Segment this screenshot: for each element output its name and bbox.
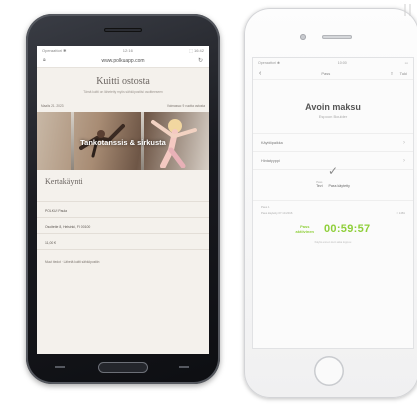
pass-active-label: Pass aktiivinen: [296, 224, 314, 234]
help-link[interactable]: Tuki: [400, 71, 407, 76]
class-hero-image: Tankotanssis & sirkusta: [37, 112, 209, 171]
receipt-description: Tämä kuitti on lähetetty myös sähköposti…: [83, 90, 163, 94]
recent-apps-key[interactable]: [176, 363, 192, 371]
field-value: Osoitetie 8, Helsinki, FI 00100: [45, 225, 91, 230]
field-label: [45, 193, 201, 197]
carrier-label: Operaattori ✱: [42, 48, 67, 53]
back-chevron-icon[interactable]: ‹: [259, 70, 261, 77]
url-text: www.polkuapp.com: [101, 58, 145, 64]
earpiece: [104, 28, 142, 32]
receipt-title: Kuitti ostosta: [96, 76, 150, 87]
countdown-footnote: Käytä ennen kuin aika loppuu: [314, 240, 352, 244]
purchase-date: Maalis 21. 2023: [41, 104, 64, 109]
field-value: POLKU! Paula: [45, 209, 68, 214]
pass-title: Avoin maksu: [305, 102, 361, 112]
android-phone: Operaattori ✱ 12:16 ⬚ 16:42 🔒︎ www.polku…: [26, 14, 220, 384]
product-showcase: Operaattori ✱ 12:16 ⬚ 16:42 🔒︎ www.polku…: [0, 0, 417, 405]
countdown-row: Pass aktiivinen 00:59:57: [253, 215, 413, 235]
meta-right: ≈ 1481: [396, 211, 405, 215]
carrier-label: Operaattori ✱: [258, 60, 280, 65]
detail-row-location[interactable]: Käyttöpaikka ›: [253, 133, 413, 152]
android-status-bar: Operaattori ✱ 12:16 ⬚ 16:42: [37, 46, 209, 55]
receipt-date-row: Maalis 21. 2023 Voimassa: 9 vuotta ostos…: [37, 94, 209, 110]
pass-type-value: Tevi: [316, 184, 323, 188]
receipt-footer-link[interactable]: Muut tiedot · Lähetä kuitti sähköpostiin: [37, 250, 209, 264]
home-button[interactable]: [314, 356, 344, 386]
countdown-timer: 00:59:57: [324, 223, 371, 235]
venue-name: Espoon Boulder: [318, 114, 348, 119]
browser-url-bar[interactable]: 🔒︎ www.polkuapp.com ↻: [37, 55, 209, 68]
nav-title: Pass: [321, 70, 331, 76]
nav-actions: ⇪ Tuki: [390, 71, 407, 76]
checkmark-icon: ✓: [327, 164, 339, 178]
validity-text: Voimassa: 9 vuotta ostosta: [166, 104, 205, 109]
receipt-field: Osoitetie 8, Helsinki, FI 00100: [37, 218, 209, 235]
ticket-type-title: Kertakäynti: [45, 177, 83, 187]
pass-meta-row: Pass 1: [253, 201, 413, 209]
front-camera: [300, 34, 306, 40]
hero-banner-text: Tankotanssis & sirkusta: [80, 138, 166, 148]
share-icon[interactable]: ⇪: [390, 71, 393, 76]
receipt-field: 11,00 €: [37, 234, 209, 251]
iphone-nav-bar: ‹ Pass ⇪ Tuki: [253, 67, 413, 80]
chevron-right-icon: ›: [403, 140, 405, 146]
pass-type-row: Pass Tevi Pass käytetty: [253, 178, 413, 188]
android-screen: Operaattori ✱ 12:16 ⬚ 16:42 🔒︎ www.polku…: [37, 46, 209, 354]
battery-label: ⬚ 16:42: [189, 48, 204, 53]
meta-left: Pass käytetty 07.10.2016: [261, 211, 293, 215]
iphone: Operaattori ✱ 10:00 ▭ ‹ Pass ⇪ Tuki Avoi…: [244, 8, 417, 398]
meta-left: Pass 1: [261, 205, 270, 209]
edge-artifact: [404, 4, 411, 16]
pass-active-line2: aktiivinen: [295, 229, 314, 234]
row-label: Hintatyyppi: [261, 159, 280, 163]
pass-type-left: Pass Tevi: [316, 180, 322, 188]
reload-icon[interactable]: ↻: [198, 57, 203, 64]
earpiece: [322, 35, 352, 39]
iphone-status-bar: Operaattori ✱ 10:00 ▭: [253, 58, 413, 67]
clock-label: 12:16: [122, 48, 133, 53]
receipt-field: POLKU! Paula: [37, 202, 209, 219]
back-key[interactable]: [52, 363, 68, 371]
iphone-screen: Operaattori ✱ 10:00 ▭ ‹ Pass ⇪ Tuki Avoi…: [253, 58, 413, 348]
chevron-right-icon: ›: [403, 158, 405, 164]
receipt-field: [37, 190, 209, 203]
battery-icon: ▭: [404, 60, 408, 65]
field-value: 11,00 €: [45, 241, 57, 246]
row-label: Käyttöpaikka: [261, 141, 283, 145]
lock-icon: 🔒︎: [43, 57, 46, 63]
pass-status-text: Pass käytetty: [328, 184, 350, 188]
home-button[interactable]: [98, 362, 148, 373]
clock-label: 10:00: [337, 60, 347, 65]
